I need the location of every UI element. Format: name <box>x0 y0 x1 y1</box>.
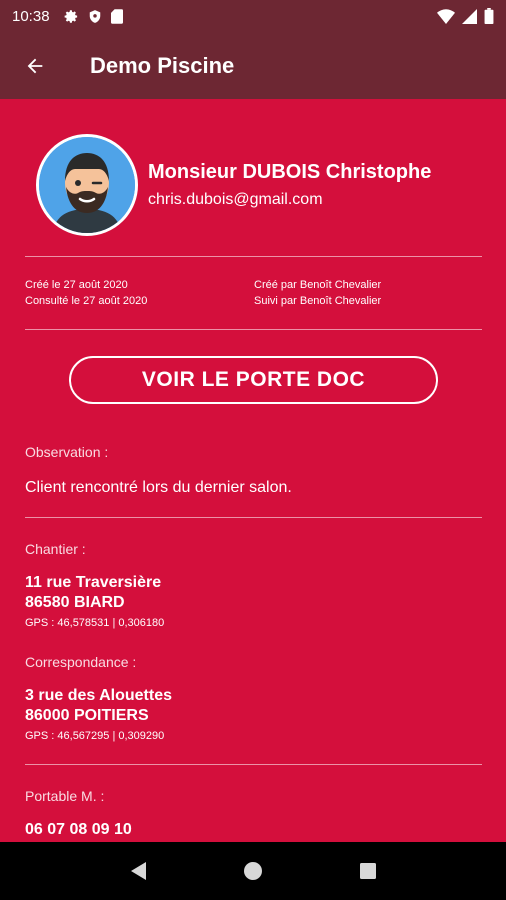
square-recents-icon <box>360 863 377 879</box>
signal-icon <box>462 8 477 24</box>
chantier-address[interactable]: 11 rue Traversière 86580 BIARD <box>25 573 161 613</box>
created-date: Créé le 27 août 2020 <box>25 279 128 291</box>
correspondance-street: 3 rue des Alouettes <box>25 687 173 704</box>
observation-label: Observation : <box>25 444 109 460</box>
back-button[interactable] <box>22 53 48 79</box>
chantier-street: 11 rue Traversière <box>25 574 162 591</box>
followed-by: Suivi par Benoît Chevalier <box>254 295 382 307</box>
circle-home-icon <box>243 862 262 880</box>
status-time: 10:38 <box>12 7 50 25</box>
client-profile: Monsieur DUBOIS Christophe chris.dubois@… <box>36 134 431 236</box>
settings-icon <box>64 9 77 23</box>
shield-icon <box>89 9 100 23</box>
nav-back-button[interactable] <box>126 859 150 883</box>
client-email[interactable]: chris.dubois@gmail.com <box>148 191 431 209</box>
created-by: Créé par Benoît Chevalier <box>254 279 382 291</box>
correspondance-city: 86000 POITIERS <box>25 707 149 724</box>
chantier-gps: GPS : 46,578531 | 0,306180 <box>25 617 165 629</box>
observation-text: Client rencontré lors du dernier salon. <box>25 479 292 496</box>
correspondance-address[interactable]: 3 rue des Alouettes 86000 POITIERS <box>25 686 172 726</box>
chantier-label: Chantier : <box>25 541 86 557</box>
correspondance-label: Correspondance : <box>25 654 137 670</box>
nav-recents-button[interactable] <box>356 859 380 883</box>
wifi-icon <box>437 8 455 24</box>
divider <box>25 764 482 765</box>
client-detail[interactable]: Monsieur DUBOIS Christophe chris.dubois@… <box>0 99 506 842</box>
correspondance-gps: GPS : 46,567295 | 0,309290 <box>25 730 165 742</box>
chantier-city: 86580 BIARD <box>25 594 125 611</box>
page-title: Demo Piscine <box>90 52 235 78</box>
phone-label: Portable M. : <box>25 788 105 804</box>
avatar-illustration <box>39 137 135 233</box>
phone-number[interactable]: 06 07 08 09 10 <box>25 821 132 839</box>
sd-card-icon <box>110 8 123 24</box>
status-bar: 10:38 <box>0 0 506 32</box>
divider <box>25 256 482 257</box>
client-name: Monsieur DUBOIS Christophe <box>148 161 432 183</box>
view-portfolio-button[interactable]: VOIR LE PORTE DOC <box>69 356 438 404</box>
system-nav-bar <box>0 842 506 900</box>
divider <box>25 329 482 330</box>
battery-icon <box>484 8 494 24</box>
divider <box>25 517 482 518</box>
avatar <box>36 134 138 236</box>
app-bar: Demo Piscine <box>0 32 506 99</box>
nav-home-button[interactable] <box>241 859 265 883</box>
triangle-back-icon <box>130 862 146 880</box>
viewed-date: Consulté le 27 août 2020 <box>25 295 148 307</box>
arrow-back-icon <box>27 58 43 73</box>
